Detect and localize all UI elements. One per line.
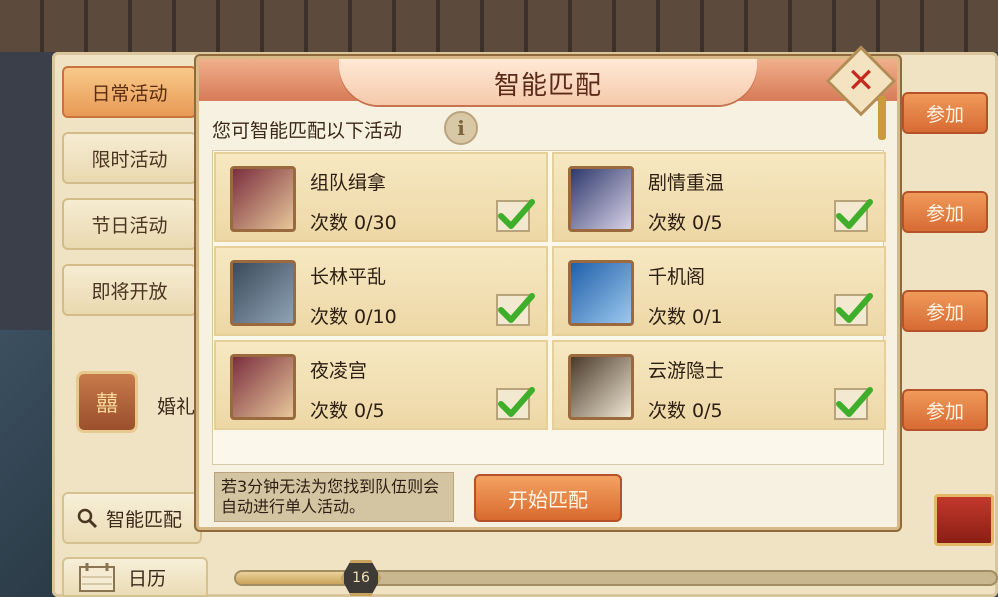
activity-name: 千机阁: [648, 266, 706, 288]
background-floor: [0, 330, 60, 597]
checkmark-icon: [498, 387, 535, 417]
activity-card[interactable]: 长林平乱次数 0/10: [214, 246, 548, 336]
tab-holiday-activities[interactable]: 节日活动: [62, 198, 197, 250]
treasure-chest-icon[interactable]: [934, 494, 994, 546]
smart-match-label: 智能匹配: [106, 508, 183, 531]
checkmark-icon: [836, 387, 873, 417]
activity-count: 次数 0/30: [310, 212, 397, 234]
wedding-heart-icon[interactable]: 囍: [76, 371, 138, 433]
activity-checkbox[interactable]: [496, 293, 535, 326]
activity-checkbox[interactable]: [834, 387, 873, 420]
activity-card[interactable]: 组队缉拿次数 0/30: [214, 152, 548, 242]
search-icon: [77, 508, 98, 529]
activity-name: 剧情重温: [648, 172, 725, 194]
wedding-glyph: 囍: [95, 392, 118, 417]
activity-count: 次数 0/5: [648, 400, 723, 422]
dialog-title: 智能匹配: [493, 71, 602, 101]
smart-match-button[interactable]: 智能匹配: [62, 492, 202, 544]
join-button-4[interactable]: 参加: [902, 389, 988, 431]
activity-checkbox[interactable]: [496, 199, 535, 232]
activity-card[interactable]: 云游隐士次数 0/5: [552, 340, 886, 430]
join-button-2[interactable]: 参加: [902, 191, 988, 233]
activity-name: 云游隐士: [648, 360, 725, 382]
checkmark-icon: [498, 199, 535, 229]
tab-daily-activities[interactable]: 日常活动: [62, 66, 197, 118]
join-button-3[interactable]: 参加: [902, 290, 988, 332]
activity-count: 次数 0/5: [310, 400, 385, 422]
activity-card[interactable]: 夜凌宫次数 0/5: [214, 340, 548, 430]
match-notice: 若3分钟无法为您找到队伍则会自动进行单人活动。: [214, 472, 454, 522]
activity-card[interactable]: 剧情重温次数 0/5: [552, 152, 886, 242]
checkmark-icon: [836, 199, 873, 229]
activity-checkbox[interactable]: [834, 199, 873, 232]
token-icon: [230, 260, 296, 326]
checkmark-icon: [498, 293, 535, 323]
calendar-icon: [79, 563, 115, 592]
info-icon[interactable]: i: [444, 111, 478, 145]
activity-checkbox[interactable]: [496, 387, 535, 420]
activity-card[interactable]: 千机阁次数 0/1: [552, 246, 886, 336]
tab-coming-soon[interactable]: 即将开放: [62, 264, 197, 316]
open-book-icon: [568, 354, 634, 420]
dialog-header: 智能匹配: [199, 59, 897, 105]
calendar-label: 日历: [128, 567, 167, 590]
activity-name: 长林平乱: [310, 266, 387, 288]
wedding-label: 婚礼: [157, 396, 196, 418]
scroll-icon: [230, 354, 296, 420]
scroll-icon: [230, 166, 296, 232]
activity-name: 夜凌宫: [310, 360, 368, 382]
tab-limited-activities[interactable]: 限时活动: [62, 132, 197, 184]
join-button-1[interactable]: 参加: [902, 92, 988, 134]
activity-count: 次数 0/1: [648, 306, 723, 328]
calendar-button[interactable]: 日历: [62, 557, 208, 597]
checkmark-icon: [836, 293, 873, 323]
book-icon: [568, 166, 634, 232]
blue-book-icon: [568, 260, 634, 326]
start-match-button[interactable]: 开始匹配: [474, 474, 622, 522]
activity-checkbox[interactable]: [834, 293, 873, 326]
background-roof: [0, 0, 998, 52]
activity-count: 次数 0/10: [310, 306, 397, 328]
activity-name: 组队缉拿: [310, 172, 387, 194]
dialog-subtitle: 您可智能匹配以下活动: [212, 120, 403, 142]
tassel-decoration: [878, 96, 886, 140]
activity-count: 次数 0/5: [648, 212, 723, 234]
